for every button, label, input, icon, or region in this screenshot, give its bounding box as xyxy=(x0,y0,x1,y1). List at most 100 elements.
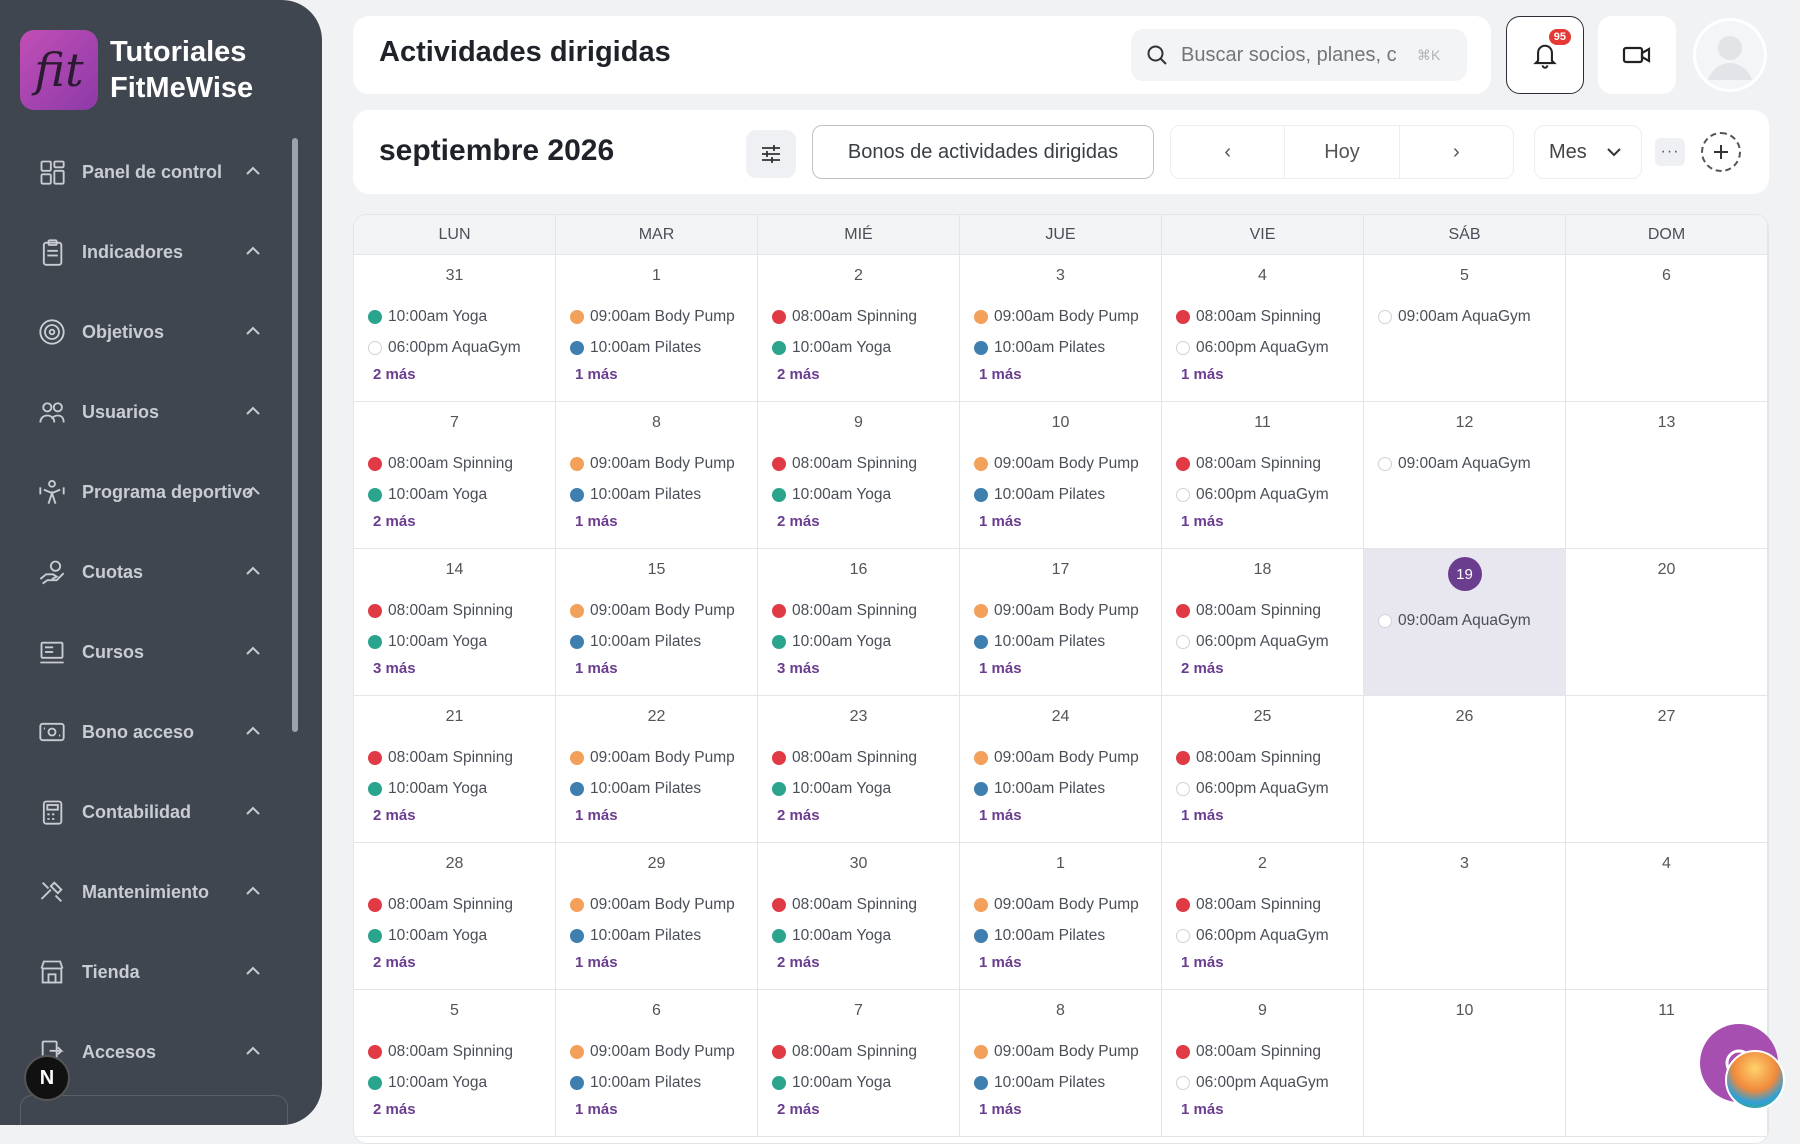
chevron-up-icon[interactable] xyxy=(244,882,262,900)
day-cell[interactable]: 30 08:00am Spinning 10:00am Yoga 2 más xyxy=(758,843,960,990)
more-events-link[interactable]: 1 más xyxy=(960,660,1161,677)
day-cell[interactable]: 4 08:00am Spinning 06:00pm AquaGym 1 más xyxy=(1162,255,1364,402)
event-item[interactable]: 10:00am Yoga xyxy=(772,332,959,363)
day-cell[interactable]: 18 08:00am Spinning 06:00pm AquaGym 2 más xyxy=(1162,549,1364,696)
day-number[interactable]: 18 xyxy=(1162,561,1363,581)
event-item[interactable]: 09:00am Body Pump xyxy=(974,301,1161,332)
event-item[interactable]: 08:00am Spinning xyxy=(1176,742,1363,773)
day-number[interactable]: 3 xyxy=(960,267,1161,287)
event-item[interactable]: 08:00am Spinning xyxy=(368,1036,555,1067)
sidebar-bottom-item[interactable] xyxy=(20,1095,288,1125)
event-item[interactable]: 10:00am Pilates xyxy=(570,332,757,363)
day-number[interactable]: 7 xyxy=(758,1002,959,1022)
more-events-link[interactable]: 1 más xyxy=(1162,366,1363,383)
today-button[interactable]: Hoy xyxy=(1284,126,1400,178)
day-cell[interactable]: 21 08:00am Spinning 10:00am Yoga 2 más xyxy=(354,696,556,843)
day-number[interactable]: 13 xyxy=(1566,414,1767,434)
day-cell[interactable]: 28 08:00am Spinning 10:00am Yoga 2 más xyxy=(354,843,556,990)
event-item[interactable]: 09:00am Body Pump xyxy=(570,595,757,626)
day-number[interactable]: 8 xyxy=(556,414,757,434)
chevron-up-icon[interactable] xyxy=(244,402,262,420)
day-number[interactable]: 8 xyxy=(960,1002,1161,1022)
day-cell[interactable]: 4 xyxy=(1566,843,1768,990)
day-cell[interactable]: 16 08:00am Spinning 10:00am Yoga 3 más xyxy=(758,549,960,696)
more-events-link[interactable]: 2 más xyxy=(354,366,555,383)
day-cell[interactable]: 27 xyxy=(1566,696,1768,843)
chevron-up-icon[interactable] xyxy=(244,562,262,580)
chevron-up-icon[interactable] xyxy=(244,642,262,660)
sidebar-item-bono-acceso[interactable]: Bono acceso xyxy=(0,692,290,772)
day-cell-today[interactable]: 19 09:00am AquaGym xyxy=(1364,549,1566,696)
more-events-link[interactable]: 2 más xyxy=(758,366,959,383)
event-item[interactable]: 09:00am Body Pump xyxy=(570,301,757,332)
sidebar-item-cuotas[interactable]: Cuotas xyxy=(0,532,290,612)
day-number[interactable]: 15 xyxy=(556,561,757,581)
day-cell[interactable]: 17 09:00am Body Pump 10:00am Pilates 1 más xyxy=(960,549,1162,696)
event-item[interactable]: 08:00am Spinning xyxy=(368,595,555,626)
event-item[interactable]: 10:00am Pilates xyxy=(974,773,1161,804)
day-number[interactable]: 12 xyxy=(1364,414,1565,434)
n-badge[interactable]: N xyxy=(24,1055,70,1101)
event-item[interactable]: 08:00am Spinning xyxy=(1176,1036,1363,1067)
event-item[interactable]: 10:00am Yoga xyxy=(772,626,959,657)
day-cell[interactable]: 11 08:00am Spinning 06:00pm AquaGym 1 más xyxy=(1162,402,1364,549)
event-item[interactable]: 10:00am Yoga xyxy=(368,773,555,804)
day-cell[interactable]: 29 09:00am Body Pump 10:00am Pilates 1 más xyxy=(556,843,758,990)
more-events-link[interactable]: 2 más xyxy=(758,513,959,530)
more-events-link[interactable]: 2 más xyxy=(354,807,555,824)
more-events-link[interactable]: 1 más xyxy=(960,366,1161,383)
event-item[interactable]: 06:00pm AquaGym xyxy=(1176,626,1363,657)
day-number[interactable]: 5 xyxy=(1364,267,1565,287)
day-cell[interactable]: 23 08:00am Spinning 10:00am Yoga 2 más xyxy=(758,696,960,843)
more-events-link[interactable]: 2 más xyxy=(354,1101,555,1118)
event-item[interactable]: 10:00am Pilates xyxy=(974,479,1161,510)
day-number[interactable]: 20 xyxy=(1566,561,1767,581)
day-number[interactable]: 30 xyxy=(758,855,959,875)
more-events-link[interactable]: 1 más xyxy=(556,954,757,971)
more-events-link[interactable]: 2 más xyxy=(758,954,959,971)
day-cell[interactable]: 6 xyxy=(1566,255,1768,402)
day-cell[interactable]: 8 09:00am Body Pump 10:00am Pilates 1 más xyxy=(960,990,1162,1137)
day-number[interactable]: 11 xyxy=(1566,1002,1767,1022)
event-item[interactable]: 08:00am Spinning xyxy=(368,889,555,920)
event-item[interactable]: 08:00am Spinning xyxy=(368,448,555,479)
day-number[interactable]: 4 xyxy=(1162,267,1363,287)
event-item[interactable]: 10:00am Yoga xyxy=(368,626,555,657)
more-events-link[interactable]: 1 más xyxy=(556,807,757,824)
day-cell[interactable]: 1 09:00am Body Pump 10:00am Pilates 1 más xyxy=(556,255,758,402)
day-cell[interactable]: 10 09:00am Body Pump 10:00am Pilates 1 más xyxy=(960,402,1162,549)
day-number[interactable]: 10 xyxy=(960,414,1161,434)
more-events-link[interactable]: 2 más xyxy=(1162,660,1363,677)
event-item[interactable]: 08:00am Spinning xyxy=(1176,301,1363,332)
day-number[interactable]: 7 xyxy=(354,414,555,434)
chevron-up-icon[interactable] xyxy=(244,322,262,340)
day-cell[interactable]: 2 08:00am Spinning 10:00am Yoga 2 más xyxy=(758,255,960,402)
view-select[interactable]: Mes xyxy=(1534,125,1642,179)
day-number[interactable]: 25 xyxy=(1162,708,1363,728)
event-item[interactable]: 06:00pm AquaGym xyxy=(1176,1067,1363,1098)
day-cell[interactable]: 22 09:00am Body Pump 10:00am Pilates 1 más xyxy=(556,696,758,843)
day-number[interactable]: 16 xyxy=(758,561,959,581)
event-item[interactable]: 08:00am Spinning xyxy=(772,301,959,332)
event-item[interactable]: 10:00am Pilates xyxy=(570,920,757,951)
more-events-link[interactable]: 1 más xyxy=(556,1101,757,1118)
day-number[interactable]: 28 xyxy=(354,855,555,875)
day-cell[interactable]: 14 08:00am Spinning 10:00am Yoga 3 más xyxy=(354,549,556,696)
day-number[interactable]: 4 xyxy=(1566,855,1767,875)
event-item[interactable]: 10:00am Pilates xyxy=(974,1067,1161,1098)
day-number[interactable]: 24 xyxy=(960,708,1161,728)
sidebar-item-mantenimiento[interactable]: Mantenimiento xyxy=(0,852,290,932)
day-cell[interactable]: 15 09:00am Body Pump 10:00am Pilates 1 más xyxy=(556,549,758,696)
day-cell[interactable]: 20 xyxy=(1566,549,1768,696)
chevron-up-icon[interactable] xyxy=(244,482,262,500)
day-cell[interactable]: 1 09:00am Body Pump 10:00am Pilates 1 más xyxy=(960,843,1162,990)
search-box[interactable]: ⌘K xyxy=(1131,29,1467,81)
event-item[interactable]: 10:00am Yoga xyxy=(772,1067,959,1098)
day-cell[interactable]: 8 09:00am Body Pump 10:00am Pilates 1 más xyxy=(556,402,758,549)
event-item[interactable]: 06:00pm AquaGym xyxy=(1176,773,1363,804)
event-item[interactable]: 08:00am Spinning xyxy=(772,448,959,479)
more-events-link[interactable]: 1 más xyxy=(556,366,757,383)
event-item[interactable]: 10:00am Yoga xyxy=(772,479,959,510)
chevron-up-icon[interactable] xyxy=(244,722,262,740)
sidebar-item-usuarios[interactable]: Usuarios xyxy=(0,372,290,452)
